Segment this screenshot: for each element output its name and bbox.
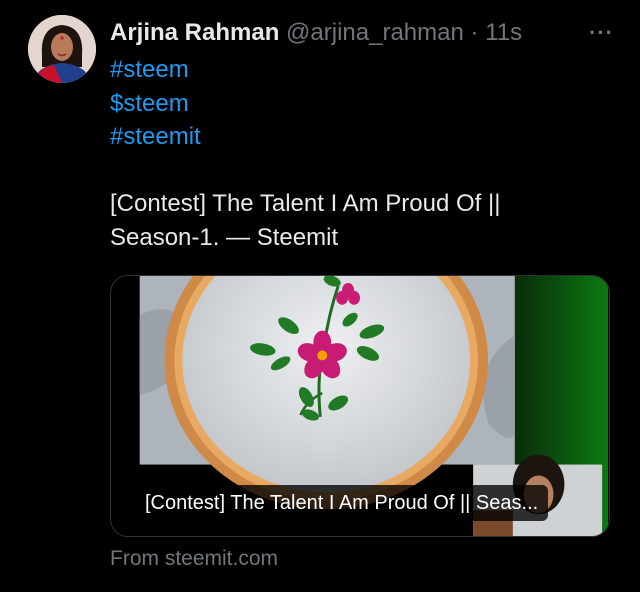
link-preview-card[interactable]: [Contest] The Talent I Am Proud Of || Se… bbox=[110, 275, 610, 537]
separator-dot: · bbox=[470, 19, 479, 46]
cashtag-link[interactable]: $steem bbox=[110, 87, 201, 121]
hashtag-link[interactable]: #steemit bbox=[110, 120, 201, 154]
card-title[interactable]: [Contest] The Talent I Am Proud Of || Se… bbox=[135, 485, 549, 521]
tweet-timestamp[interactable]: 11s bbox=[485, 19, 522, 46]
tweet-text: [Contest] The Talent I Am Proud Of || Se… bbox=[110, 187, 610, 254]
tweet-header: Arjina Rahman @arjina_rahman · 11s bbox=[110, 16, 620, 50]
more-horizontal-icon[interactable]: ··· bbox=[589, 16, 614, 50]
author-handle[interactable]: @arjina_rahman bbox=[286, 19, 464, 46]
hashtag-list: #steem $steem #steemit bbox=[110, 53, 201, 154]
author-name[interactable]: Arjina Rahman bbox=[110, 19, 279, 46]
tweet-text-line: Season-1. — Steemit bbox=[110, 223, 339, 251]
tweet-text-line: [Contest] The Talent I Am Proud Of || bbox=[110, 190, 501, 217]
hashtag-link[interactable]: #steem bbox=[110, 53, 201, 87]
author-avatar[interactable] bbox=[28, 15, 96, 83]
card-source-link[interactable]: From steemit.com bbox=[110, 545, 278, 573]
